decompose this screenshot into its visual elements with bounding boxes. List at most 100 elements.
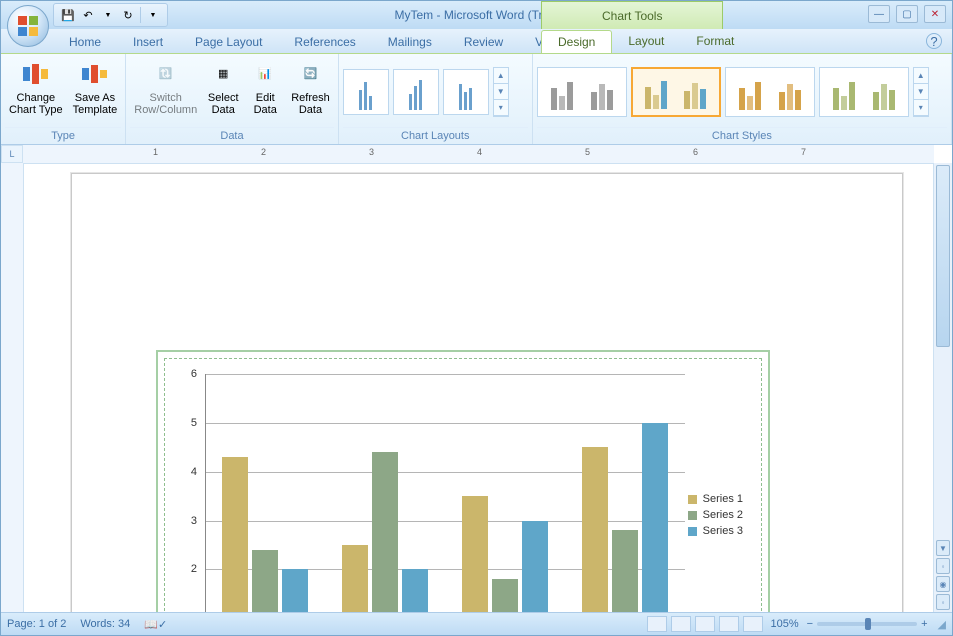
minimize-button[interactable]: — — [868, 5, 890, 23]
layout-scroll-down[interactable]: ▼ — [494, 84, 508, 100]
ribbon: Change Chart Type Save As Template Type … — [1, 53, 952, 145]
tab-design[interactable]: Design — [541, 30, 612, 53]
office-button[interactable] — [7, 5, 49, 47]
style-more[interactable]: ▾ — [914, 100, 928, 116]
switch-row-column-button: 🔃 Switch Row/Column — [130, 56, 201, 118]
layout-option-3[interactable] — [443, 69, 489, 115]
y-tick: 3 — [191, 515, 197, 527]
scrollbar-thumb[interactable] — [936, 165, 950, 347]
view-draft[interactable] — [743, 616, 763, 632]
legend-entry[interactable]: Series 1 — [688, 493, 743, 505]
tab-layout[interactable]: Layout — [612, 30, 680, 53]
chart-legend[interactable]: Series 1 Series 2 Series 3 — [688, 489, 743, 541]
qat-customize[interactable]: ▼ — [140, 7, 161, 23]
legend-entry[interactable]: Series 2 — [688, 509, 743, 521]
group-styles-label: Chart Styles — [537, 127, 947, 144]
refresh-icon: 🔄 — [294, 58, 326, 90]
chart-style-2[interactable] — [631, 67, 721, 117]
style-gallery-scroll: ▲▼▾ — [913, 67, 929, 117]
chart-style-4[interactable] — [819, 67, 909, 117]
bar-series3-1[interactable] — [402, 569, 428, 612]
context-tabs: Design Layout Format — [541, 30, 750, 53]
zoom-out-button[interactable]: − — [807, 618, 813, 630]
view-web-layout[interactable] — [695, 616, 715, 632]
undo-button[interactable]: ↶ — [80, 7, 96, 23]
zoom-in-button[interactable]: + — [921, 618, 927, 630]
y-tick: 6 — [191, 368, 197, 380]
redo-button[interactable]: ↻ — [120, 7, 136, 23]
layout-more[interactable]: ▾ — [494, 100, 508, 116]
bar-series3-2[interactable] — [522, 521, 548, 613]
group-type: Change Chart Type Save As Template Type — [1, 54, 126, 144]
legend-entry[interactable]: Series 3 — [688, 525, 743, 537]
switch-icon: 🔃 — [150, 58, 182, 90]
next-page-button[interactable]: ◦ — [936, 594, 950, 610]
vertical-scrollbar[interactable]: ▼ ◦ ◉ ◦ — [933, 163, 952, 612]
select-data-button[interactable]: ▦ Select Data — [203, 56, 243, 118]
bar-series3-0[interactable] — [282, 569, 308, 612]
zoom-slider-thumb[interactable] — [865, 618, 871, 630]
group-chart-styles: ▲▼▾ Chart Styles — [533, 54, 952, 144]
close-button[interactable]: ✕ — [924, 5, 946, 23]
style-scroll-up[interactable]: ▲ — [914, 68, 928, 84]
zoom-slider[interactable] — [817, 622, 917, 626]
browse-object-button[interactable]: ◉ — [936, 576, 950, 592]
undo-menu[interactable]: ▼ — [100, 7, 116, 23]
prev-page-button[interactable]: ◦ — [936, 558, 950, 574]
bar-series1-3[interactable] — [582, 447, 608, 612]
view-full-screen[interactable] — [671, 616, 691, 632]
word-count[interactable]: Words: 34 — [80, 618, 130, 630]
group-layouts-label: Chart Layouts — [343, 127, 528, 144]
bar-series2-3[interactable] — [612, 530, 638, 612]
chart-object[interactable]: 0123456Category 1Category 2Category 3Cat… — [156, 350, 770, 612]
select-data-icon: ▦ — [207, 58, 239, 90]
tab-page-layout[interactable]: Page Layout — [179, 31, 278, 53]
scroll-down-button[interactable]: ▼ — [936, 540, 950, 556]
tab-references[interactable]: References — [278, 31, 371, 53]
layout-scroll-up[interactable]: ▲ — [494, 68, 508, 84]
contextual-tools-label: Chart Tools — [541, 1, 723, 30]
change-chart-type-button[interactable]: Change Chart Type — [5, 56, 67, 118]
tab-format[interactable]: Format — [680, 30, 750, 53]
y-tick: 2 — [191, 563, 197, 575]
group-data: 🔃 Switch Row/Column ▦ Select Data 📊 Edit… — [126, 54, 339, 144]
bar-series2-0[interactable] — [252, 550, 278, 612]
zoom-level[interactable]: 105% — [771, 618, 799, 630]
group-type-label: Type — [5, 127, 121, 144]
proofing-icon[interactable]: 📖✓ — [144, 618, 167, 631]
refresh-data-button[interactable]: 🔄 Refresh Data — [287, 56, 334, 118]
bar-series1-1[interactable] — [342, 545, 368, 612]
horizontal-ruler[interactable]: 1234567 — [23, 145, 934, 164]
maximize-button[interactable]: ▢ — [896, 5, 918, 23]
tab-selector[interactable]: L — [1, 145, 23, 163]
save-button[interactable]: 💾 — [60, 7, 76, 23]
tab-review[interactable]: Review — [448, 31, 519, 53]
tab-mailings[interactable]: Mailings — [372, 31, 448, 53]
bar-series1-2[interactable] — [462, 496, 488, 612]
layout-gallery-scroll: ▲ ▼ ▾ — [493, 67, 509, 117]
save-as-template-button[interactable]: Save As Template — [69, 56, 122, 118]
legend-label: Series 1 — [703, 493, 743, 505]
style-scroll-down[interactable]: ▼ — [914, 84, 928, 100]
y-tick: 5 — [191, 417, 197, 429]
view-outline[interactable] — [719, 616, 739, 632]
chart-style-3[interactable] — [725, 67, 815, 117]
chart-plot-area[interactable]: 0123456Category 1Category 2Category 3Cat… — [164, 358, 762, 612]
layout-option-2[interactable] — [393, 69, 439, 115]
help-button[interactable]: ? — [926, 33, 942, 49]
legend-swatch-icon — [688, 495, 697, 504]
layout-option-1[interactable] — [343, 69, 389, 115]
edit-data-button[interactable]: 📊 Edit Data — [245, 56, 285, 118]
chart-style-1[interactable] — [537, 67, 627, 117]
bar-series2-1[interactable] — [372, 452, 398, 612]
bar-series2-2[interactable] — [492, 579, 518, 612]
vertical-ruler[interactable] — [1, 163, 24, 612]
tab-insert[interactable]: Insert — [117, 31, 179, 53]
bar-series1-0[interactable] — [222, 457, 248, 612]
bar-series3-3[interactable] — [642, 423, 668, 612]
window-controls: — ▢ ✕ — [868, 5, 946, 23]
status-bar: Page: 1 of 2 Words: 34 📖✓ 105% − + ◢ — [1, 612, 952, 635]
tab-home[interactable]: Home — [53, 31, 117, 53]
page-indicator[interactable]: Page: 1 of 2 — [7, 618, 66, 630]
view-print-layout[interactable] — [647, 616, 667, 632]
